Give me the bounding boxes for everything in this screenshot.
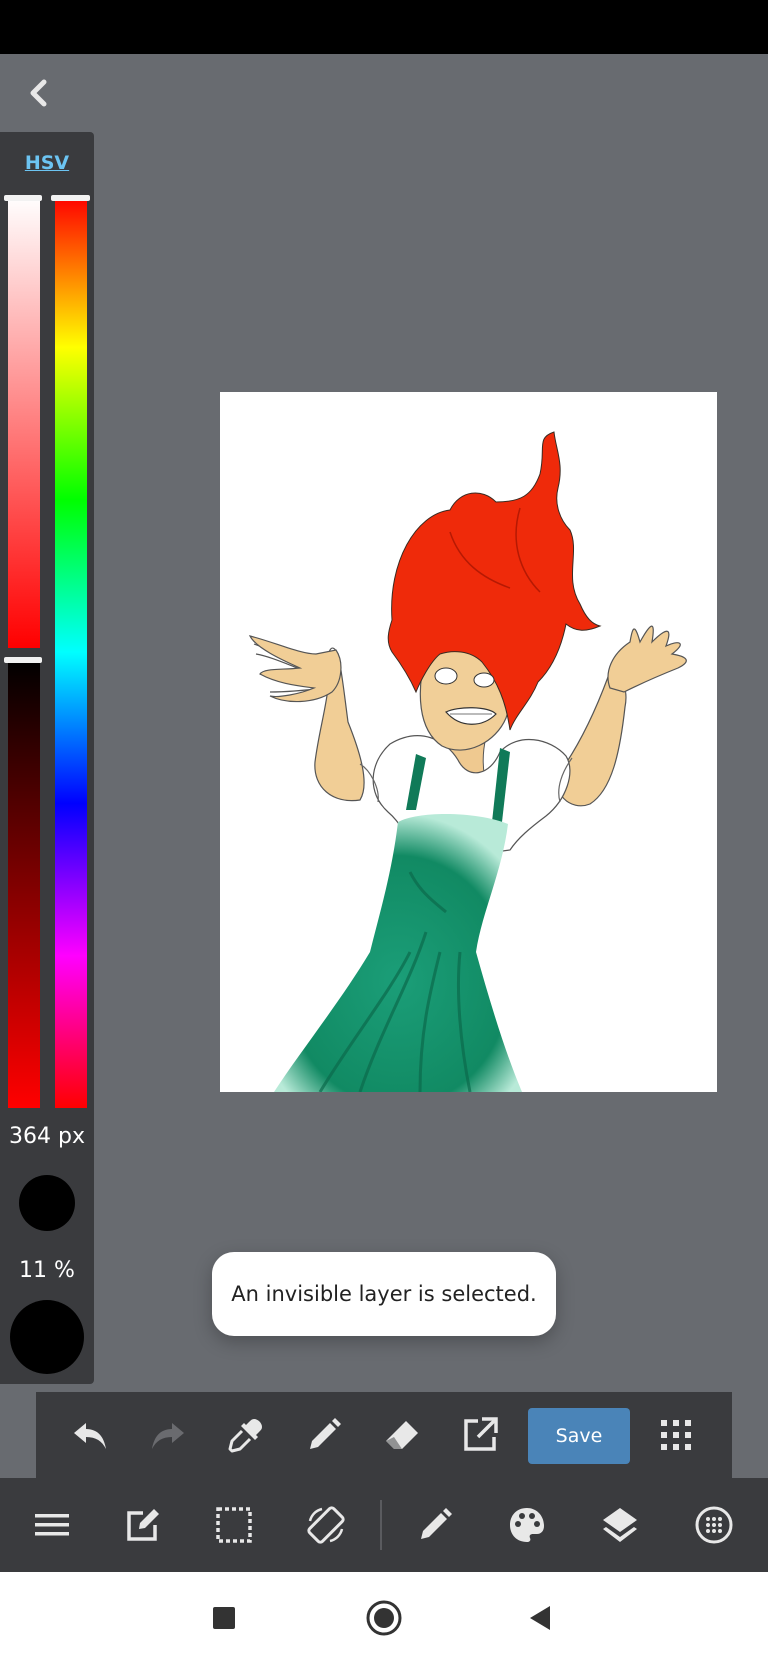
- undo-button[interactable]: [60, 1405, 120, 1465]
- recent-apps-icon: [213, 1607, 235, 1629]
- toolbar-separator: [380, 1500, 382, 1550]
- layers-button[interactable]: [590, 1495, 650, 1555]
- transform-icon: [307, 1506, 345, 1544]
- material-icon: [695, 1506, 733, 1544]
- menu-icon: [35, 1514, 69, 1536]
- nav-back-icon: [530, 1606, 550, 1630]
- brush-size-preview[interactable]: [19, 1175, 75, 1231]
- status-bar: [0, 0, 768, 54]
- selection-icon: [216, 1507, 252, 1543]
- drawing-canvas[interactable]: [220, 392, 717, 1092]
- transform-button[interactable]: [296, 1495, 356, 1555]
- value-handle[interactable]: [4, 657, 42, 663]
- canvas-artwork: [248, 431, 687, 1092]
- edit-button[interactable]: [113, 1495, 173, 1555]
- pen-tool-button[interactable]: [294, 1405, 354, 1465]
- layers-icon: [603, 1508, 637, 1542]
- export-icon: [464, 1417, 498, 1451]
- recent-apps-button[interactable]: [194, 1588, 254, 1648]
- saturation-handle[interactable]: [4, 195, 42, 201]
- selection-button[interactable]: [204, 1495, 264, 1555]
- more-tools-button[interactable]: [646, 1405, 706, 1465]
- redo-button[interactable]: [138, 1405, 198, 1465]
- eraser-button[interactable]: [372, 1405, 432, 1465]
- hsv-mode-toggle[interactable]: HSV: [0, 152, 94, 174]
- menu-button[interactable]: [22, 1495, 82, 1555]
- brush-opacity-label[interactable]: 11 %: [0, 1258, 94, 1283]
- brush-button[interactable]: [405, 1495, 465, 1555]
- brush-icon: [421, 1508, 452, 1539]
- palette-icon: [510, 1508, 544, 1542]
- eyedropper-button[interactable]: [216, 1405, 276, 1465]
- saturation-slider[interactable]: [8, 196, 40, 648]
- grid-icon: [661, 1420, 691, 1450]
- value-slider[interactable]: [8, 660, 40, 1108]
- material-button[interactable]: [684, 1495, 744, 1555]
- hue-slider[interactable]: [55, 196, 87, 1108]
- home-icon: [366, 1600, 402, 1636]
- palette-button[interactable]: [497, 1495, 557, 1555]
- undo-icon: [74, 1423, 106, 1449]
- nav-back-button[interactable]: [510, 1588, 570, 1648]
- redo-icon: [152, 1423, 184, 1449]
- toast-message: An invisible layer is selected.: [212, 1252, 556, 1336]
- export-button[interactable]: [450, 1405, 510, 1465]
- brush-size-label[interactable]: 364 px: [0, 1124, 94, 1149]
- eraser-icon: [386, 1421, 418, 1449]
- hue-handle[interactable]: [51, 195, 90, 201]
- edit-icon: [127, 1509, 159, 1541]
- back-button[interactable]: [18, 72, 60, 114]
- chevron-left-icon: [30, 79, 47, 107]
- pen-icon: [310, 1418, 341, 1449]
- brush-color-preview[interactable]: [10, 1300, 84, 1374]
- save-button[interactable]: Save: [528, 1408, 630, 1464]
- eyedropper-icon: [228, 1419, 262, 1453]
- home-button[interactable]: [354, 1588, 414, 1648]
